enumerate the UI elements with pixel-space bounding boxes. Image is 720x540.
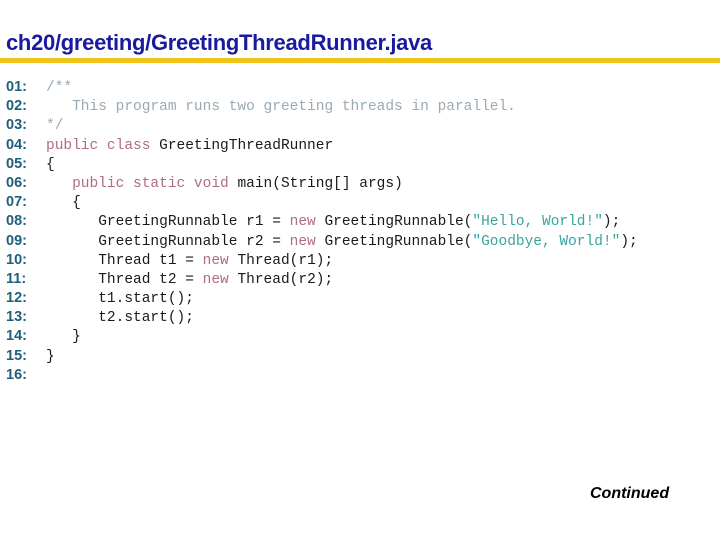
code-token-plain: main(String[] args) [237,175,403,192]
code-token-comment: This program runs two greeting threads i… [46,99,516,116]
code-token-kw: public static void [72,175,238,192]
line-number: 08: [6,213,27,230]
line-number: 15: [6,347,27,364]
code-token-str: "Goodbye, World!" [472,233,621,250]
page-title: ch20/greeting/GreetingThreadRunner.java [6,30,432,55]
title-divider [0,58,720,63]
code-line: 13: t2.start(); [6,308,638,327]
code-line: 16: [6,366,638,385]
code-line: 06: public static void main(String[] arg… [6,174,638,193]
line-number: 11: [6,270,27,287]
code-token-plain: { [46,195,81,212]
line-number: 06: [6,174,27,191]
line-number: 09: [6,232,27,249]
code-line: 11: Thread t2 = new Thread(r2); [6,270,638,289]
code-token-plain: { [46,156,55,173]
code-line: 08: GreetingRunnable r1 = new GreetingRu… [6,212,638,231]
code-token-plain: GreetingRunnable( [324,233,473,250]
code-line: 05: { [6,155,638,174]
code-token-plain: Thread(r2); [237,271,334,288]
code-token-plain: GreetingRunnable r1 = [46,214,290,231]
line-number: 02: [6,98,27,115]
code-line: 02: This program runs two greeting threa… [6,97,638,116]
code-token-plain: ); [620,233,638,250]
continued-label: Continued [590,485,670,502]
code-line: 09: GreetingRunnable r2 = new GreetingRu… [6,232,638,251]
code-token-plain: t1.start(); [46,291,194,308]
code-line: 01: /** [6,78,638,97]
line-number: 12: [6,290,27,307]
line-number: 01: [6,79,27,95]
code-line: 04: public class GreetingThreadRunner [6,136,638,155]
code-token-plain: } [46,348,55,365]
line-number: 10: [6,251,27,268]
code-listing: 01:/** 02: This program runs two greeting… [6,78,638,385]
code-token-plain: Thread t2 = [46,271,203,288]
line-number: 04: [6,136,27,153]
code-line: 07: { [6,193,638,212]
line-number: 13: [6,309,27,326]
code-token-plain: Thread t1 = [46,252,203,269]
code-line: 12: t1.start(); [6,289,638,308]
code-token-plain: ); [602,214,621,231]
code-token-plain: Thread(r1); [237,252,334,269]
code-token-kw: new [289,233,325,250]
code-line: 14: } [6,327,638,346]
code-token-comment: /** [46,80,73,96]
line-number: 14: [6,328,27,345]
code-token-plain: GreetingRunnable r2 = [46,233,290,250]
code-line: 10: Thread t1 = new Thread(r1); [6,251,638,270]
line-number: 05: [6,155,27,172]
code-token-plain: GreetingThreadRunner [159,137,334,154]
code-line: 03: */ [6,116,638,135]
code-token-plain: t2.start(); [46,310,194,327]
code-token-comment: */ [46,118,64,135]
code-token-kw: public class [46,137,160,154]
line-number: 16: [6,366,27,383]
code-token-plain: GreetingRunnable( [324,214,473,231]
line-number: 03: [6,117,27,134]
code-token-kw: new [202,252,238,269]
code-token-kw: new [202,271,238,288]
code-token-plain: } [46,329,81,346]
code-line: 15:} [6,347,638,366]
line-number: 07: [6,194,27,211]
code-token-kw: new [289,214,325,231]
code-token-str: "Hello, World!" [472,214,603,231]
